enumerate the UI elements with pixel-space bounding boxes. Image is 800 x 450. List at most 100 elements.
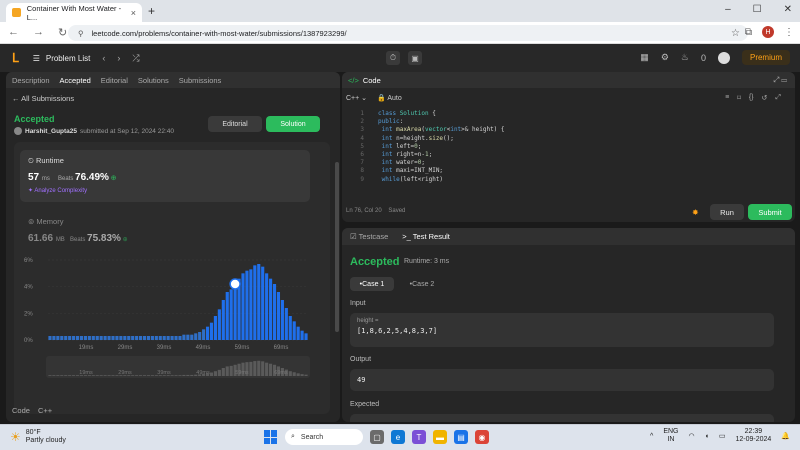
overview-bar <box>269 363 273 376</box>
timer-icon[interactable]: ⏱ <box>386 51 400 65</box>
file-explorer-icon[interactable]: ▬ <box>433 430 447 444</box>
teams-icon[interactable]: T <box>412 430 426 444</box>
user-avatar[interactable] <box>717 51 730 64</box>
histogram-bar <box>190 334 194 340</box>
tab-testcase[interactable]: ☑ Testcase <box>350 232 388 241</box>
back-icon[interactable]: ← <box>8 26 19 39</box>
case-2-tab[interactable]: • Case 2 <box>400 277 444 291</box>
language-select[interactable]: C++ ⌄ <box>346 94 367 102</box>
submit-button[interactable]: Submit <box>748 204 792 220</box>
case-1-tab[interactable]: • Case 1 <box>350 277 394 291</box>
edge-icon[interactable]: e <box>391 430 405 444</box>
wifi-icon[interactable]: ◠ <box>689 432 695 440</box>
premium-button[interactable]: Premium <box>741 50 790 65</box>
chrome-icon[interactable]: ◉ <box>475 430 489 444</box>
tab-test-result[interactable]: >_ Test Result <box>402 232 450 241</box>
editorial-button[interactable]: Editorial <box>208 116 262 132</box>
leetcode-logo-icon[interactable]: ᒪ <box>12 51 19 65</box>
notes-icon[interactable]: ▣ <box>408 51 422 65</box>
center-actions: ⏱ ▣ <box>386 51 422 65</box>
grid-icon[interactable]: ▦ <box>640 52 649 63</box>
window-controls: – ☐ ✕ <box>725 4 792 15</box>
runtime-beats-value: 76.49% <box>75 172 109 183</box>
histogram-bar <box>72 336 76 340</box>
runtime-distribution-chart[interactable]: 6% 4% 2% 0% 19ms 29ms 39ms 49ms 59ms 69ms 19ms 29ms… <box>18 254 318 414</box>
code-text: int n=height.size(); <box>381 134 454 142</box>
bookmark-star-icon[interactable]: ☆ <box>731 28 740 39</box>
tab-solutions[interactable]: Solutions <box>138 76 169 85</box>
problem-list-button[interactable]: ☰ Problem List <box>33 54 91 63</box>
format-icon[interactable]: ≡ <box>725 94 729 102</box>
runtime-box[interactable]: ⏲ Runtime 57 ms Beats 76.49% ⊕ ✦ Analyze… <box>20 150 310 202</box>
browser-tab[interactable]: Container With Most Water - L... × <box>6 3 142 22</box>
mode-select[interactable]: 🔒 Auto <box>377 94 402 102</box>
histogram-bar <box>150 336 154 340</box>
overview-tick-label: 39ms <box>157 370 171 376</box>
maximize-icon[interactable]: ☐ <box>753 4 762 15</box>
new-tab-button[interactable]: + <box>148 4 155 18</box>
test-runtime: Runtime: 3 ms <box>404 258 450 265</box>
minimize-icon[interactable]: – <box>725 4 731 15</box>
memory-label[interactable]: ⊚ Memory <box>28 217 63 226</box>
weather-widget[interactable]: ☀ 80°F Partly cloudy <box>10 429 66 445</box>
shuffle-icon[interactable]: ⤮ <box>132 53 139 64</box>
histogram-bar <box>178 336 182 340</box>
tab-description[interactable]: Description <box>12 76 50 85</box>
run-button[interactable]: Run <box>710 204 744 220</box>
url-input[interactable]: ⚲ leetcode.com/problems/container-with-m… <box>68 25 748 41</box>
code-editor[interactable]: 1 class Solution {2 public: 3 int maxArea(v… <box>350 110 504 184</box>
streak-fire-icon[interactable]: ♨ <box>681 52 689 63</box>
battery-icon[interactable]: ▭ <box>719 432 726 440</box>
scrollbar[interactable] <box>335 162 339 332</box>
memory-beats-label: Beats <box>70 237 86 243</box>
histogram-bar <box>107 336 111 340</box>
overview-bar <box>288 371 292 376</box>
all-submissions-label: All Submissions <box>21 94 75 103</box>
forward-icon[interactable]: → <box>33 26 44 39</box>
windows-start-icon[interactable] <box>264 430 278 444</box>
solution-button[interactable]: Solution <box>266 116 320 132</box>
nav-buttons: ← → ↻ <box>8 26 67 39</box>
prev-problem-icon[interactable]: ‹ <box>102 53 105 64</box>
analyze-complexity-link[interactable]: ✦ Analyze Complexity <box>28 187 87 194</box>
next-problem-icon[interactable]: › <box>117 53 120 64</box>
overview-bar <box>139 375 143 376</box>
code-header: </> Code ⤢ ▭ <box>342 72 795 88</box>
expand-icon[interactable]: ⤢ ▭ <box>773 75 787 85</box>
code-text: int right=n-1; <box>381 151 433 159</box>
task-view-icon[interactable]: ▢ <box>370 430 384 444</box>
reload-icon[interactable]: ↻ <box>58 26 67 39</box>
extensions-icon[interactable]: ⧉ <box>745 27 752 38</box>
hint-bulb-icon[interactable]: ✸ <box>692 208 699 217</box>
settings-gear-icon[interactable]: ⚙ <box>661 52 669 63</box>
bookmark-icon[interactable]: ⌑ <box>737 94 741 102</box>
show-hidden-icon[interactable]: ^ <box>650 433 653 440</box>
braces-icon[interactable]: {} <box>749 94 754 102</box>
left-footer: Code C++ <box>12 406 52 415</box>
site-info-icon[interactable]: ⚲ <box>78 29 84 38</box>
language-indicator[interactable]: ENG IN <box>663 428 678 444</box>
memory-beats-value: 75.83% <box>87 233 121 244</box>
close-window-icon[interactable]: ✕ <box>784 4 792 15</box>
memory-label-text: Memory <box>36 217 64 226</box>
overview-tick-label: 49ms <box>196 370 210 376</box>
username[interactable]: Harshit_Gupta25 <box>25 128 77 135</box>
clock[interactable]: 22:39 12-09-2024 <box>735 428 771 444</box>
profile-avatar[interactable]: H <box>762 26 774 38</box>
overview-bar <box>170 375 174 376</box>
close-tab-icon[interactable]: × <box>131 8 136 18</box>
menu-kebab-icon[interactable]: ⋮ <box>784 27 794 38</box>
code-icon: </> <box>348 75 359 85</box>
all-submissions-link[interactable]: ← All Submissions <box>12 94 74 103</box>
notification-bell-icon[interactable]: 🔔 <box>781 432 790 440</box>
tab-submissions[interactable]: Submissions <box>179 76 222 85</box>
tab-editorial[interactable]: Editorial <box>101 76 128 85</box>
taskbar-search[interactable]: ⌕ Search <box>285 429 363 445</box>
volume-icon[interactable]: ◖ <box>705 433 709 440</box>
fullscreen-icon[interactable]: ⤢ <box>775 94 781 102</box>
left-panel: Description Accepted Editorial Solutions… <box>6 72 340 422</box>
reset-icon[interactable]: ↺ <box>762 94 768 102</box>
your-submission-marker[interactable] <box>229 278 241 290</box>
tab-accepted[interactable]: Accepted <box>60 76 91 85</box>
store-icon[interactable]: ▤ <box>454 430 468 444</box>
